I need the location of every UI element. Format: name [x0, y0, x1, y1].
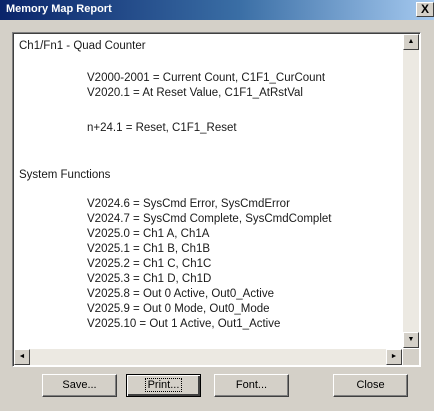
report-line: n+24.1 = Reset, C1F1_Reset: [87, 122, 237, 134]
report-line: V2025.1 = Ch1 B, Ch1B: [87, 243, 211, 255]
report-line: V2025.3 = Ch1 D, Ch1D: [87, 273, 212, 285]
report-text-area[interactable]: Ch1/Fn1 - Quad Counter V2000-2001 = Curr…: [12, 32, 421, 367]
print-button[interactable]: Print...: [126, 374, 201, 397]
title-bar[interactable]: Memory Map Report X: [0, 0, 434, 20]
report-content: Ch1/Fn1 - Quad Counter V2000-2001 = Curr…: [15, 35, 402, 348]
close-window-button[interactable]: X: [416, 2, 434, 17]
report-line: V2025.9 = Out 0 Mode, Out0_Mode: [87, 303, 270, 315]
report-line: V2020.1 = At Reset Value, C1F1_AtRstVal: [87, 87, 303, 99]
scroll-left-button[interactable]: ◄: [14, 349, 30, 365]
report-line: V2025.10 = Out 1 Active, Out1_Active: [87, 318, 281, 330]
window-title: Memory Map Report: [6, 3, 112, 15]
report-line-section-heading: Ch1/Fn1 - Quad Counter: [19, 40, 146, 52]
report-line: V2025.0 = Ch1 A, Ch1A: [87, 228, 210, 240]
close-icon: X: [420, 2, 429, 16]
memory-map-report-window: Memory Map Report X Ch1/Fn1 - Quad Count…: [0, 0, 434, 411]
print-button-label: Print...: [144, 378, 183, 392]
save-button-label: Save...: [62, 379, 97, 391]
up-arrow-icon: ▲: [407, 38, 415, 45]
report-line: V2025.2 = Ch1 C, Ch1C: [87, 258, 212, 270]
report-line: V2024.7 = SysCmd Complete, SysCmdComplet: [87, 213, 332, 225]
horizontal-scrollbar[interactable]: ◄ ►: [14, 349, 402, 365]
scrollbar-corner: [403, 349, 419, 365]
font-button-label: Font...: [235, 379, 268, 391]
down-arrow-icon: ▼: [407, 336, 415, 343]
vertical-scrollbar[interactable]: ▲ ▼: [403, 34, 419, 348]
report-line: V2024.6 = SysCmd Error, SysCmdError: [87, 198, 290, 210]
scroll-up-button[interactable]: ▲: [403, 34, 419, 50]
right-arrow-icon: ►: [390, 353, 398, 360]
save-button[interactable]: Save...: [42, 374, 117, 397]
report-line: V2025.8 = Out 0 Active, Out0_Active: [87, 288, 274, 300]
left-arrow-icon: ◄: [18, 353, 26, 360]
scroll-right-button[interactable]: ►: [386, 349, 402, 365]
close-button[interactable]: Close: [333, 374, 408, 397]
report-line: V2000-2001 = Current Count, C1F1_CurCoun…: [87, 72, 326, 84]
scroll-down-button[interactable]: ▼: [403, 332, 419, 348]
report-line-section-heading: System Functions: [19, 169, 111, 181]
font-button[interactable]: Font...: [214, 374, 289, 397]
close-button-label: Close: [356, 379, 385, 391]
